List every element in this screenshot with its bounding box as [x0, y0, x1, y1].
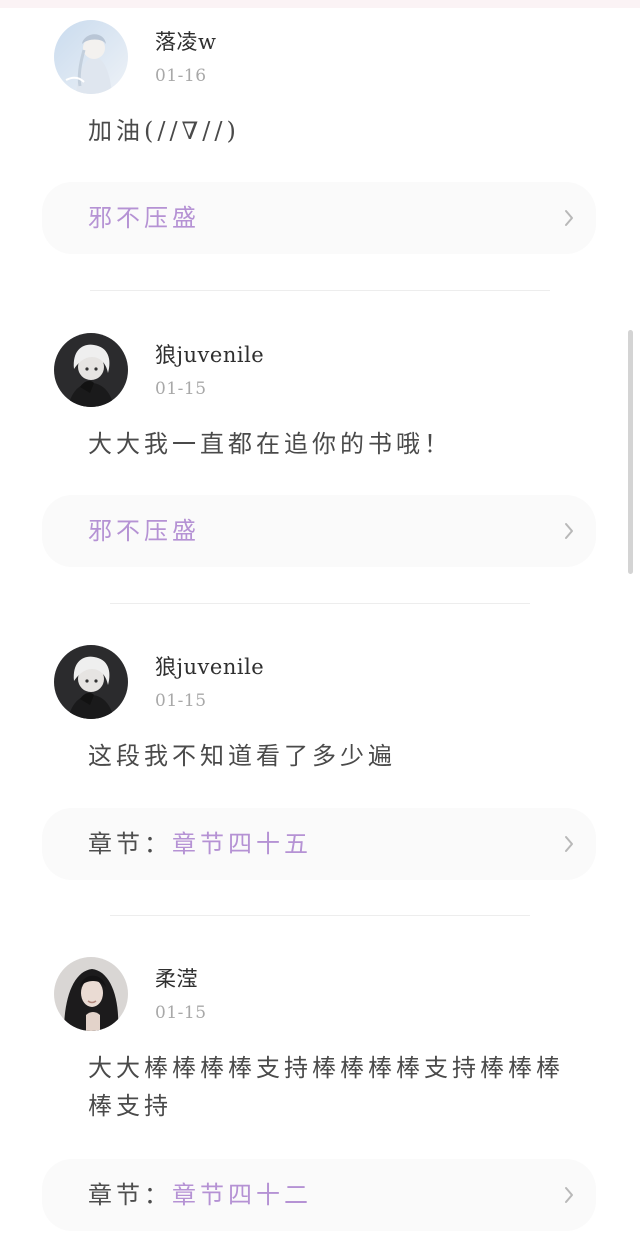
reference-title[interactable]: 邪不压盛	[88, 204, 200, 232]
reference-prefix: 章节：	[88, 830, 172, 858]
comment-text: 大大棒棒棒棒支持棒棒棒棒支持棒棒棒棒支持	[88, 1054, 564, 1120]
reference-label: 邪不压盛	[88, 495, 200, 567]
comment-divider	[110, 603, 530, 604]
reference-title[interactable]: 邪不压盛	[88, 517, 200, 545]
comment-text: 加油(//∇//)	[88, 117, 240, 145]
user-avatar[interactable]	[54, 20, 128, 94]
comment-text: 这段我不知道看了多少遍	[88, 742, 396, 770]
comment-date: 01-15	[155, 379, 207, 399]
reference-title[interactable]: 章节四十二	[172, 1181, 312, 1209]
reference-label: 章节：章节四十五	[88, 808, 312, 880]
reference-title[interactable]: 章节四十五	[172, 830, 312, 858]
comment-divider	[90, 290, 550, 291]
user-avatar[interactable]	[54, 333, 128, 407]
comment-text: 大大我一直都在追你的书哦！	[88, 430, 452, 458]
anime-girl-avatar-icon	[54, 20, 128, 94]
user-name[interactable]: 柔滢	[155, 963, 198, 993]
chevron-right-icon	[565, 1187, 573, 1203]
chapter-reference-card[interactable]: 章节：章节四十五	[42, 808, 596, 880]
comment-divider	[110, 915, 530, 916]
chevron-right-icon	[565, 210, 573, 226]
comment-date: 01-15	[155, 1003, 207, 1023]
girl-photo-avatar-icon	[54, 957, 128, 1031]
anime-boy-avatar-icon	[54, 333, 128, 407]
reference-prefix: 章节：	[88, 1181, 172, 1209]
scrollbar[interactable]	[628, 330, 633, 574]
user-name[interactable]: 落凌w	[155, 26, 216, 56]
reference-label: 邪不压盛	[88, 182, 200, 254]
user-name[interactable]: 狼juvenile	[155, 339, 264, 369]
user-avatar[interactable]	[54, 645, 128, 719]
status-bar-strip	[0, 0, 640, 8]
chevron-right-icon	[565, 836, 573, 852]
comment-date: 01-16	[155, 66, 207, 86]
chapter-reference-card[interactable]: 章节：章节四十二	[42, 1159, 596, 1231]
comment-date: 01-15	[155, 691, 207, 711]
user-avatar[interactable]	[54, 957, 128, 1031]
anime-boy-avatar-icon	[54, 645, 128, 719]
reference-label: 章节：章节四十二	[88, 1159, 312, 1231]
chevron-right-icon	[565, 523, 573, 539]
book-reference-card[interactable]: 邪不压盛	[42, 495, 596, 567]
user-name[interactable]: 狼juvenile	[155, 651, 264, 681]
book-reference-card[interactable]: 邪不压盛	[42, 182, 596, 254]
